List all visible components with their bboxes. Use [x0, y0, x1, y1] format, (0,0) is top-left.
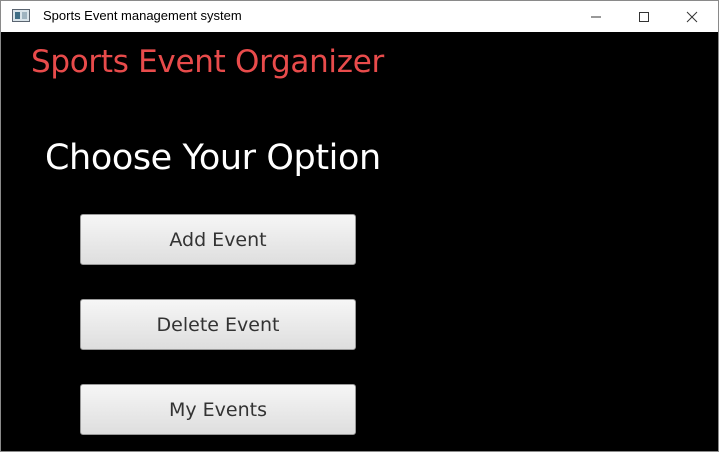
window-title: Sports Event management system: [43, 8, 242, 23]
choose-option-heading: Choose Your Option: [45, 138, 381, 178]
app-window-icon: [12, 9, 30, 22]
app-window: Sports Event management system Sports Ev…: [0, 0, 719, 452]
minimize-button[interactable]: [573, 1, 619, 32]
maximize-button[interactable]: [621, 1, 667, 32]
close-icon: [686, 11, 698, 22]
close-button[interactable]: [669, 1, 715, 32]
minimize-icon: [591, 16, 601, 17]
delete-event-button[interactable]: Delete Event: [80, 299, 356, 350]
maximize-icon: [639, 11, 649, 22]
main-content: Sports Event Organizer Choose Your Optio…: [1, 32, 718, 451]
app-title: Sports Event Organizer: [31, 44, 384, 80]
title-bar[interactable]: Sports Event management system: [1, 1, 718, 32]
add-event-button[interactable]: Add Event: [80, 214, 356, 265]
my-events-button[interactable]: My Events: [80, 384, 356, 435]
